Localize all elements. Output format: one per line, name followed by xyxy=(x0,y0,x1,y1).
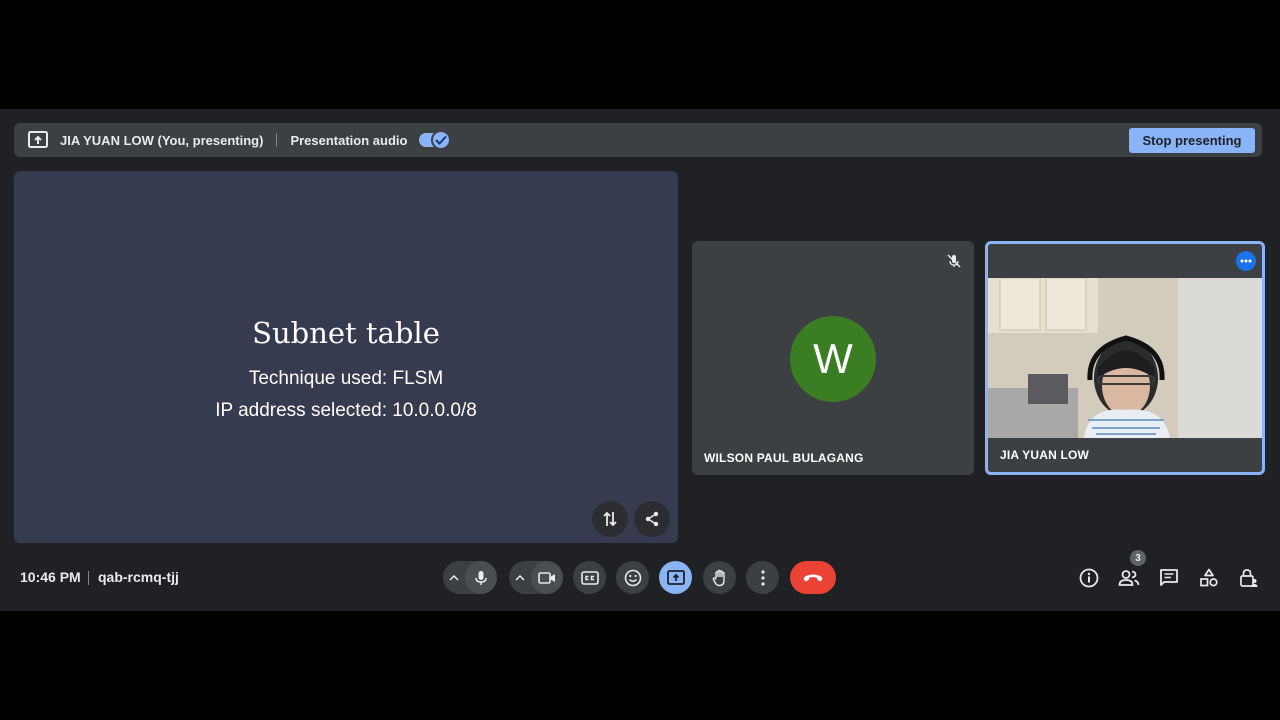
present-screen-icon xyxy=(28,130,48,150)
present-now-button[interactable] xyxy=(659,561,692,594)
video-settings-chevron-button[interactable] xyxy=(509,561,531,594)
raise-hand-icon xyxy=(712,569,725,586)
divider xyxy=(276,133,278,147)
reactions-button[interactable] xyxy=(616,561,649,594)
activities-button[interactable] xyxy=(1198,567,1220,589)
clock: 10:46 PM xyxy=(20,569,81,585)
participant-video xyxy=(988,278,1262,438)
camera-button[interactable] xyxy=(531,561,563,594)
emoji-icon xyxy=(624,569,641,586)
more-options-button[interactable] xyxy=(1236,251,1256,271)
camera-control xyxy=(509,561,563,594)
share-icon xyxy=(645,511,659,527)
presentation-audio-label: Presentation audio xyxy=(290,132,408,148)
microphone-icon xyxy=(475,570,487,585)
participant-name: WILSON PAUL BULAGANG xyxy=(704,451,864,465)
more-options-button[interactable] xyxy=(746,561,779,594)
more-vertical-icon xyxy=(760,569,765,586)
more-horizontal-icon xyxy=(1240,259,1252,263)
slide-technique-text: Technique used: FLSM xyxy=(248,368,444,389)
chat-icon xyxy=(1160,569,1178,586)
mic-off-icon xyxy=(946,253,962,269)
share-button[interactable] xyxy=(634,501,670,537)
swap-arrows-icon xyxy=(603,511,617,527)
people-icon xyxy=(1118,570,1140,586)
people-count-badge: 3 xyxy=(1130,550,1146,566)
chevron-up-icon xyxy=(449,574,459,581)
shapes-icon xyxy=(1200,568,1218,587)
end-call-icon xyxy=(803,574,823,581)
swap-layout-button[interactable] xyxy=(592,501,628,537)
chevron-up-icon xyxy=(515,574,525,581)
present-screen-icon xyxy=(666,569,685,585)
presenting-bar: JIA YUAN LOW (You, presenting) Presentat… xyxy=(14,123,1262,157)
people-button[interactable] xyxy=(1118,567,1140,589)
leave-call-button[interactable] xyxy=(790,561,836,594)
host-controls-button[interactable] xyxy=(1238,567,1260,589)
slide-title: Subnet table xyxy=(252,316,440,350)
raise-hand-button[interactable] xyxy=(703,561,736,594)
presentation-audio-toggle[interactable] xyxy=(419,130,452,150)
audio-settings-chevron-button[interactable] xyxy=(443,561,465,594)
microphone-button[interactable] xyxy=(465,561,497,594)
lock-person-icon xyxy=(1240,569,1258,587)
participant-name: JIA YUAN LOW xyxy=(1000,448,1090,462)
presenter-label: JIA YUAN LOW (You, presenting) xyxy=(60,132,264,148)
presentation-slide: Subnet table Technique used: FLSM IP add… xyxy=(14,171,678,543)
meeting-details-button[interactable] xyxy=(1078,567,1100,589)
meeting-code: qab-rcmq-tjj xyxy=(98,569,179,585)
captions-button[interactable] xyxy=(573,561,606,594)
camera-icon xyxy=(538,571,555,584)
slide-ip-text: IP address selected: 10.0.0.0/8 xyxy=(215,400,477,421)
participant-tile[interactable]: W WILSON PAUL BULAGANG xyxy=(692,241,974,475)
microphone-control xyxy=(443,561,497,594)
chat-button[interactable] xyxy=(1158,567,1180,589)
stop-presenting-button[interactable]: Stop presenting xyxy=(1129,128,1255,153)
meet-app: JIA YUAN LOW (You, presenting) Presentat… xyxy=(0,109,1280,611)
check-icon xyxy=(431,130,452,150)
divider xyxy=(88,571,89,585)
info-icon xyxy=(1079,568,1099,588)
closed-captions-icon xyxy=(580,570,599,585)
participant-tile-self[interactable]: JIA YUAN LOW xyxy=(985,241,1265,475)
avatar: W xyxy=(790,316,876,402)
